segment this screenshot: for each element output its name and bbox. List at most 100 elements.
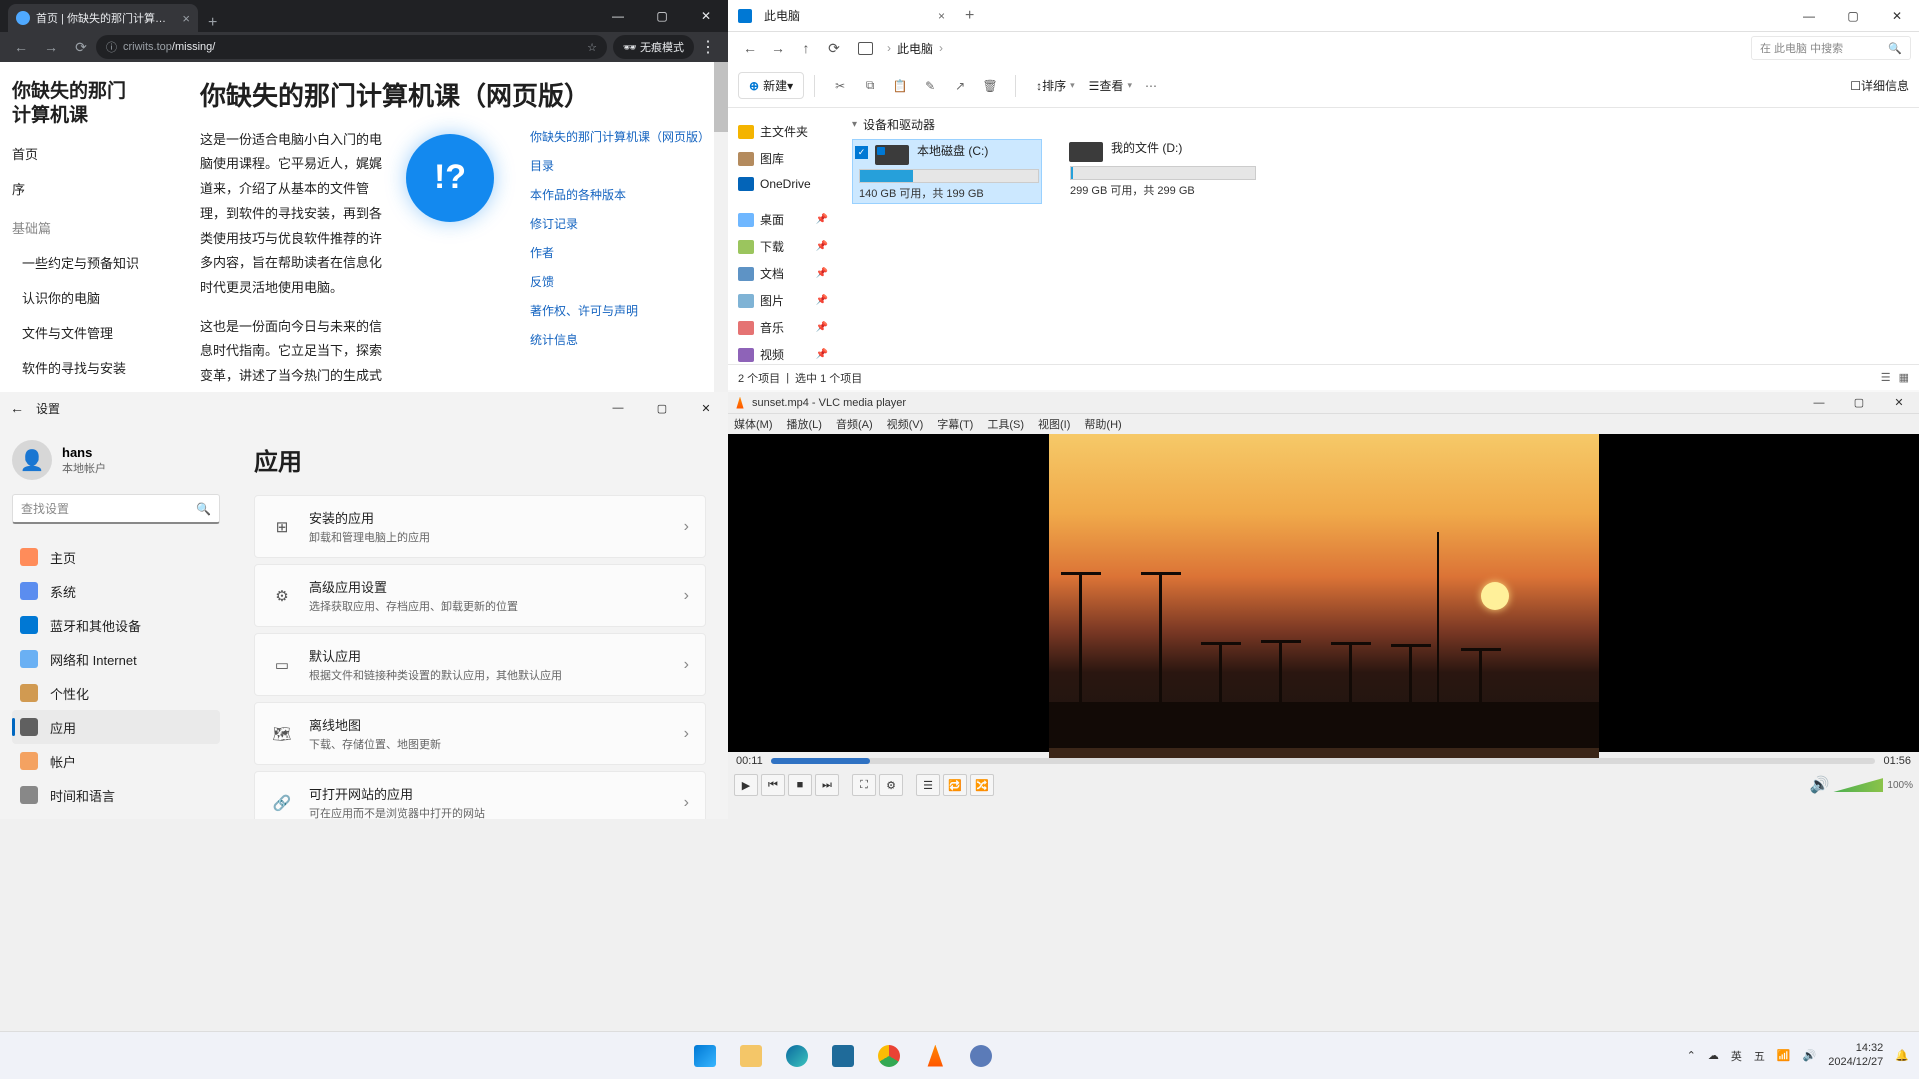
speaker-icon[interactable]: 🔊 — [1810, 775, 1830, 795]
wifi-icon[interactable]: 📶 — [1777, 1049, 1791, 1062]
maximize-button[interactable]: ▢ — [640, 392, 684, 424]
volume-icon[interactable]: 🔊 — [1803, 1049, 1817, 1062]
nav-gallery[interactable]: 图库 — [736, 145, 830, 172]
menu-help[interactable]: 帮助(H) — [1084, 416, 1121, 432]
settings-search[interactable]: 查找设置🔍 — [12, 494, 220, 524]
menu-tools[interactable]: 工具(S) — [987, 416, 1024, 432]
ime-mode[interactable]: 五 — [1754, 1048, 1765, 1064]
details-view-icon[interactable]: ☰ — [1881, 371, 1891, 384]
card-advanced-apps[interactable]: ⚙高级应用设置选择获取应用、存档应用、卸载更新的位置› — [254, 564, 706, 627]
page-link[interactable]: 作者 — [530, 244, 708, 261]
menu-view[interactable]: 视图(I) — [1038, 416, 1070, 432]
page-link[interactable]: 本作品的各种版本 — [530, 186, 708, 203]
back-button[interactable]: ← — [736, 40, 764, 56]
address-bar[interactable]: ⓘ criwits.top /missing/ ☆ — [96, 35, 607, 59]
new-button[interactable]: ⊕新建 ▾ — [738, 72, 804, 99]
nav-downloads[interactable]: 下载📌 — [736, 233, 830, 260]
delete-icon[interactable]: 🗑 — [975, 79, 1005, 93]
page-link[interactable]: 反馈 — [530, 273, 708, 290]
page-link[interactable]: 著作权、许可与声明 — [530, 302, 708, 319]
store-app[interactable] — [823, 1036, 863, 1076]
nav-accounts[interactable]: 帐户 — [12, 744, 220, 778]
next-button[interactable]: ⏭ — [815, 774, 839, 796]
vlc-app[interactable] — [915, 1036, 955, 1076]
scrollbar[interactable] — [714, 62, 728, 392]
menu-playback[interactable]: 播放(L) — [787, 416, 822, 432]
nav-apps[interactable]: 应用 — [12, 710, 220, 744]
nav-documents[interactable]: 文档📌 — [736, 260, 830, 287]
toc-link[interactable]: 首页 — [12, 144, 168, 163]
back-button[interactable]: ← — [6, 39, 36, 55]
onedrive-tray-icon[interactable]: ☁ — [1708, 1049, 1719, 1062]
ext-settings-button[interactable]: ⚙ — [879, 774, 903, 796]
tiles-view-icon[interactable]: ▦ — [1899, 371, 1909, 384]
explorer-app[interactable] — [731, 1036, 771, 1076]
prev-button[interactable]: ⏮ — [761, 774, 785, 796]
close-button[interactable]: ✕ — [684, 0, 728, 32]
nav-videos[interactable]: 视频📌 — [736, 341, 830, 368]
maximize-button[interactable]: ▢ — [1831, 0, 1875, 32]
back-button[interactable]: ← — [10, 400, 24, 416]
more-icon[interactable]: ⋯ — [1136, 79, 1166, 93]
clock[interactable]: 14:32 2024/12/27 — [1828, 1042, 1883, 1068]
maximize-button[interactable]: ▢ — [640, 0, 684, 32]
card-default-apps[interactable]: ▭默认应用根据文件和链接种类设置的默认应用，其他默认应用› — [254, 633, 706, 696]
search-input[interactable]: 在 此电脑 中搜索 🔍 — [1751, 36, 1911, 60]
view-button[interactable]: ☰ 查看▾ — [1085, 73, 1136, 98]
shuffle-button[interactable]: 🔀 — [970, 774, 994, 796]
group-header[interactable]: ▾设备和驱动器 — [852, 116, 1905, 133]
bookmark-icon[interactable]: ☆ — [587, 41, 597, 54]
nav-home[interactable]: 主文件夹 — [736, 118, 830, 145]
menu-media[interactable]: 媒体(M) — [734, 416, 773, 432]
menu-audio[interactable]: 音频(A) — [836, 416, 873, 432]
breadcrumb-item[interactable]: 此电脑 — [897, 40, 933, 57]
toc-link[interactable]: 序 — [12, 179, 168, 198]
menu-subtitle[interactable]: 字幕(T) — [937, 416, 973, 432]
tray-chevron-icon[interactable]: ⌃ — [1687, 1049, 1696, 1062]
ime-lang[interactable]: 英 — [1731, 1048, 1742, 1064]
reload-button[interactable]: ⟳ — [66, 39, 96, 56]
minimize-button[interactable]: — — [596, 0, 640, 32]
nav-pictures[interactable]: 图片📌 — [736, 287, 830, 314]
close-button[interactable]: ✕ — [1879, 392, 1919, 414]
volume-slider[interactable] — [1833, 778, 1883, 792]
page-link[interactable]: 统计信息 — [530, 331, 708, 348]
fullscreen-button[interactable]: ⛶ — [852, 774, 876, 796]
refresh-button[interactable]: ⟳ — [820, 40, 848, 57]
cut-icon[interactable]: ✂ — [825, 79, 855, 93]
new-tab-button[interactable]: + — [198, 14, 227, 32]
playlist-button[interactable]: ☰ — [916, 774, 940, 796]
menu-video[interactable]: 视频(V) — [887, 416, 924, 432]
play-button[interactable]: ▶ — [734, 774, 758, 796]
nav-home[interactable]: 主页 — [12, 540, 220, 574]
nav-bluetooth[interactable]: 蓝牙和其他设备 — [12, 608, 220, 642]
tab-close-icon[interactable]: × — [930, 9, 953, 23]
checkbox-checked-icon[interactable]: ✓ — [855, 146, 868, 159]
forward-button[interactable]: → — [36, 39, 66, 55]
toc-link[interactable]: 认识你的电脑 — [22, 288, 168, 307]
settings-app[interactable] — [961, 1036, 1001, 1076]
toc-link[interactable]: 一些约定与预备知识 — [22, 253, 168, 272]
minimize-button[interactable]: — — [596, 392, 640, 424]
loop-button[interactable]: 🔁 — [943, 774, 967, 796]
card-offline-maps[interactable]: 🗺离线地图下载、存储位置、地图更新› — [254, 702, 706, 765]
edge-app[interactable] — [777, 1036, 817, 1076]
maximize-button[interactable]: ▢ — [1839, 392, 1879, 414]
chrome-app[interactable] — [869, 1036, 909, 1076]
paste-icon[interactable]: 📋 — [885, 79, 915, 93]
seek-bar[interactable] — [771, 758, 1876, 764]
stop-button[interactable]: ■ — [788, 774, 812, 796]
page-link[interactable]: 你缺失的那门计算机课（网页版） — [530, 128, 708, 145]
nav-music[interactable]: 音乐📌 — [736, 314, 830, 341]
sort-button[interactable]: ↕ 排序▾ — [1032, 73, 1079, 98]
share-icon[interactable]: ↗ — [945, 79, 975, 93]
breadcrumb[interactable]: › 此电脑 › — [858, 40, 949, 57]
new-tab-button[interactable]: + — [965, 7, 974, 25]
nav-time[interactable]: 时间和语言 — [12, 778, 220, 812]
tab-close-icon[interactable]: × — [182, 11, 190, 26]
user-card[interactable]: 👤 hans 本地帐户 — [12, 432, 220, 494]
forward-button[interactable]: → — [764, 40, 792, 56]
notifications-icon[interactable]: 🔔 — [1895, 1049, 1909, 1062]
close-button[interactable]: ✕ — [684, 392, 728, 424]
video-area[interactable] — [728, 434, 1919, 752]
